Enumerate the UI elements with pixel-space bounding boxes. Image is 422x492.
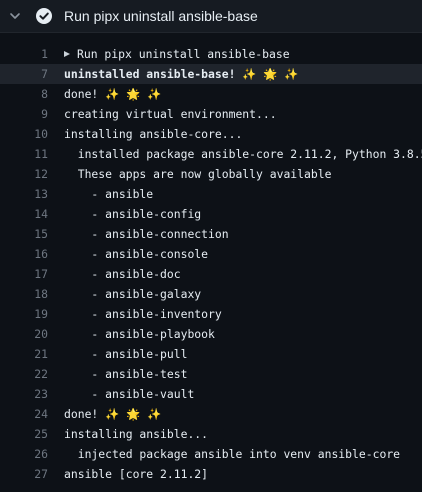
log-line[interactable]: 23 - ansible-vault xyxy=(0,384,422,404)
log-line-text: injected package ansible into venv ansib… xyxy=(64,447,401,461)
line-number[interactable]: 22 xyxy=(0,364,48,384)
log-line-text: ansible [core 2.11.2] xyxy=(64,467,209,481)
log-line[interactable]: 27 ansible [core 2.11.2] xyxy=(0,464,422,484)
log-line[interactable]: 1 Run pipx uninstall ansible-base xyxy=(0,44,422,64)
log-line[interactable]: 11 installed package ansible-core 2.11.2… xyxy=(0,144,422,164)
log-line[interactable]: 14 - ansible-config xyxy=(0,204,422,224)
log-line[interactable]: 8 done! ✨ 🌟 ✨ xyxy=(0,84,422,104)
line-number[interactable]: 11 xyxy=(0,144,48,164)
line-number[interactable]: 10 xyxy=(0,124,48,144)
line-number[interactable]: 23 xyxy=(0,384,48,404)
line-number[interactable]: 26 xyxy=(0,444,48,464)
log-line[interactable]: 7 uninstalled ansible-base! ✨ 🌟 ✨ xyxy=(0,64,422,84)
log-line-text: - ansible-test xyxy=(64,367,188,381)
triangle-right-icon[interactable] xyxy=(64,51,70,57)
log-line[interactable]: 24 done! ✨ 🌟 ✨ xyxy=(0,404,422,424)
log-line-text: uninstalled ansible-base! ✨ 🌟 ✨ xyxy=(64,67,299,81)
log-line-text: - ansible-connection xyxy=(64,227,229,241)
line-number[interactable]: 19 xyxy=(0,304,48,324)
log-line[interactable]: 17 - ansible-doc xyxy=(0,264,422,284)
log-group-title: Run pipx uninstall ansible-base xyxy=(77,47,290,61)
log-line[interactable]: 12 These apps are now globally available xyxy=(0,164,422,184)
line-number[interactable]: 17 xyxy=(0,264,48,284)
log-output: 1 Run pipx uninstall ansible-base 7 uninsta… xyxy=(0,33,422,492)
log-line[interactable]: 13 - ansible xyxy=(0,184,422,204)
log-line[interactable]: 22 - ansible-test xyxy=(0,364,422,384)
log-line-text: - ansible-doc xyxy=(64,267,181,281)
log-line-text: installing ansible-core... xyxy=(64,127,243,141)
line-number[interactable]: 16 xyxy=(0,244,48,264)
log-line-text: - ansible-playbook xyxy=(64,327,215,341)
line-number[interactable]: 21 xyxy=(0,344,48,364)
log-line-text: - ansible-console xyxy=(64,247,209,261)
line-number[interactable]: 7 xyxy=(0,64,48,84)
check-circle-icon xyxy=(36,8,52,24)
log-line[interactable]: 26 injected package ansible into venv an… xyxy=(0,444,422,464)
log-line-text: installed package ansible-core 2.11.2, P… xyxy=(64,147,422,161)
line-number[interactable]: 18 xyxy=(0,284,48,304)
log-line[interactable]: 10 installing ansible-core... xyxy=(0,124,422,144)
log-line-text: These apps are now globally available xyxy=(64,167,332,181)
line-number[interactable]: 24 xyxy=(0,404,48,424)
log-line[interactable]: 20 - ansible-playbook xyxy=(0,324,422,344)
log-line-text: creating virtual environment... xyxy=(64,107,277,121)
log-line-text: - ansible xyxy=(64,187,154,201)
line-number[interactable]: 15 xyxy=(0,224,48,244)
log-line-text: done! ✨ 🌟 ✨ xyxy=(64,87,162,101)
log-line[interactable]: 15 - ansible-connection xyxy=(0,224,422,244)
line-number[interactable]: 27 xyxy=(0,464,48,484)
log-line[interactable]: 19 - ansible-inventory xyxy=(0,304,422,324)
log-line-text: - ansible-vault xyxy=(64,387,195,401)
log-line-text: done! ✨ 🌟 ✨ xyxy=(64,407,162,421)
step-header[interactable]: Run pipx uninstall ansible-base xyxy=(0,0,422,33)
line-number[interactable]: 25 xyxy=(0,424,48,444)
log-line[interactable]: 21 - ansible-pull xyxy=(0,344,422,364)
log-line[interactable]: 25 installing ansible... xyxy=(0,424,422,444)
log-line[interactable]: 9 creating virtual environment... xyxy=(0,104,422,124)
log-line[interactable]: 16 - ansible-console xyxy=(0,244,422,264)
line-number[interactable]: 13 xyxy=(0,184,48,204)
line-number[interactable]: 12 xyxy=(0,164,48,184)
log-line-text: - ansible-pull xyxy=(64,347,188,361)
log-line-text: - ansible-inventory xyxy=(64,307,222,321)
line-number[interactable]: 9 xyxy=(0,104,48,124)
log-line-text: installing ansible... xyxy=(64,427,209,441)
line-number[interactable]: 1 xyxy=(0,44,48,64)
step-log-panel: Run pipx uninstall ansible-base 1 Run pip… xyxy=(0,0,422,492)
log-line-text: - ansible-config xyxy=(64,207,202,221)
log-line-text: - ansible-galaxy xyxy=(64,287,202,301)
step-title: Run pipx uninstall ansible-base xyxy=(64,8,258,24)
log-line[interactable]: 18 - ansible-galaxy xyxy=(0,284,422,304)
line-number[interactable]: 14 xyxy=(0,204,48,224)
line-number[interactable]: 8 xyxy=(0,84,48,104)
line-number[interactable]: 20 xyxy=(0,324,48,344)
chevron-down-icon[interactable] xyxy=(9,10,21,22)
